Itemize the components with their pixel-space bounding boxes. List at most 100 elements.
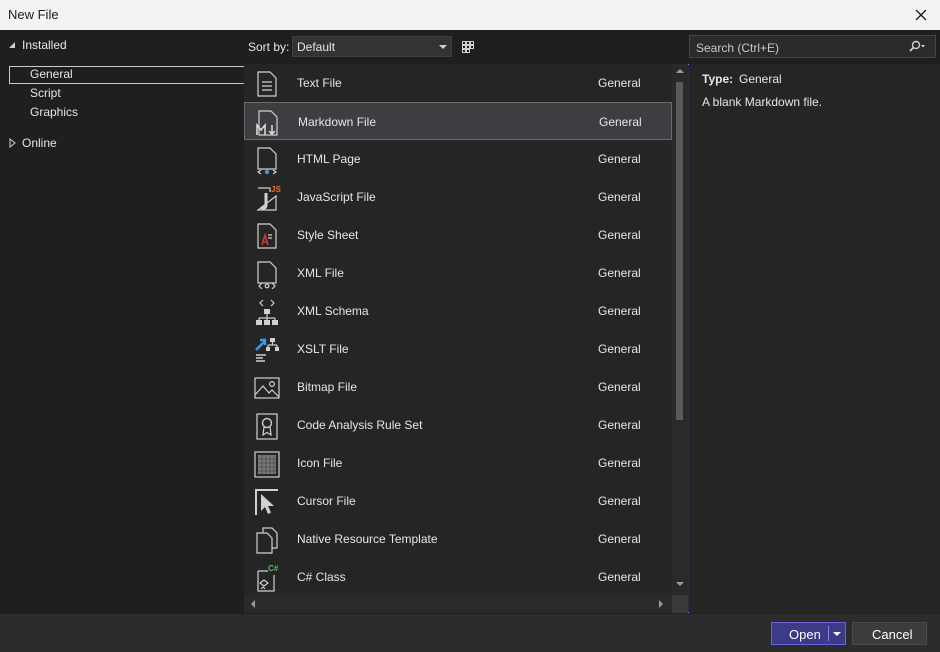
text-file-icon xyxy=(257,71,277,97)
template-name: Markdown File xyxy=(298,115,377,129)
template-name: Code Analysis Rule Set xyxy=(297,418,423,432)
svg-text:C#: C# xyxy=(268,564,279,573)
rule-set-icon xyxy=(256,413,278,440)
list-item[interactable]: Style Sheet General xyxy=(244,216,672,254)
scrollbar-corner xyxy=(672,595,688,613)
search-box[interactable] xyxy=(689,35,936,58)
vertical-scrollbar[interactable] xyxy=(672,64,688,595)
template-name: HTML Page xyxy=(297,152,361,166)
tree-item-script[interactable]: Script xyxy=(30,86,61,104)
cancel-button[interactable]: Cancel xyxy=(852,622,927,645)
template-category: General xyxy=(599,115,642,129)
search-icon[interactable] xyxy=(909,40,925,54)
list-item[interactable]: JS JavaScript File General xyxy=(244,178,672,216)
list-item[interactable]: Native Resource Template General xyxy=(244,520,672,558)
resource-template-icon xyxy=(256,527,278,554)
template-category: General xyxy=(598,532,641,546)
svg-text:JS: JS xyxy=(271,185,281,194)
tree-item-label: Online xyxy=(22,136,57,150)
xslt-file-icon xyxy=(255,338,279,362)
xml-schema-icon xyxy=(256,299,278,325)
open-button-label: Open xyxy=(789,627,821,642)
template-list: Text File General Markdown File General … xyxy=(244,64,688,613)
tree-item-graphics[interactable]: Graphics xyxy=(30,105,78,123)
sort-by-value: Default xyxy=(297,40,336,54)
icon-file-icon xyxy=(254,451,280,478)
html-page-icon xyxy=(256,147,278,175)
template-category: General xyxy=(598,190,641,204)
cancel-button-label: Cancel xyxy=(872,627,913,642)
list-item[interactable]: Cursor File General xyxy=(244,482,672,520)
template-name: Native Resource Template xyxy=(297,532,438,546)
list-item[interactable]: XML Schema General xyxy=(244,292,672,330)
template-name: Style Sheet xyxy=(297,228,359,242)
list-item[interactable]: HTML Page General xyxy=(244,140,672,178)
list-item[interactable]: XML File General xyxy=(244,254,672,292)
markdown-file-icon xyxy=(256,110,278,136)
list-item[interactable]: XSLT File General xyxy=(244,330,672,368)
split-separator xyxy=(828,626,829,641)
open-button[interactable]: Open xyxy=(771,622,846,645)
sort-by-label: Sort by: xyxy=(248,40,290,54)
type-label: Type: xyxy=(702,72,734,86)
template-category: General xyxy=(598,228,641,242)
expanded-caret-icon[interactable] xyxy=(6,39,18,51)
template-name: Text File xyxy=(297,76,342,90)
template-category: General xyxy=(598,342,641,356)
tree-item-label: Installed xyxy=(22,38,67,52)
search-input[interactable] xyxy=(694,38,898,57)
scroll-left-icon[interactable] xyxy=(250,600,256,608)
template-category: General xyxy=(598,570,641,584)
xml-file-icon xyxy=(257,261,277,289)
collapsed-caret-icon[interactable] xyxy=(6,137,18,149)
template-category: General xyxy=(598,494,641,508)
style-sheet-icon xyxy=(257,223,277,249)
dialog-footer: Open Cancel xyxy=(0,614,940,652)
template-category: General xyxy=(598,152,641,166)
javascript-file-icon: JS xyxy=(256,185,281,211)
scroll-right-icon[interactable] xyxy=(658,600,664,608)
template-name: XSLT File xyxy=(297,342,349,356)
list-item[interactable]: Markdown File General xyxy=(244,102,672,140)
grid-view-button[interactable] xyxy=(457,36,479,58)
template-name: XML File xyxy=(297,266,344,280)
list-item[interactable]: C# C# Class General xyxy=(244,558,672,596)
template-name: C# Class xyxy=(297,570,346,584)
chevron-down-icon xyxy=(439,45,447,49)
template-name: JavaScript File xyxy=(297,190,376,204)
list-item[interactable]: Bitmap File General xyxy=(244,368,672,406)
chevron-down-icon[interactable] xyxy=(833,631,841,637)
list-item[interactable]: Text File General xyxy=(244,64,672,102)
window-title: New File xyxy=(8,7,59,22)
template-name: Cursor File xyxy=(297,494,356,508)
scroll-down-icon[interactable] xyxy=(676,581,684,587)
template-category: General xyxy=(598,304,641,318)
sort-by-select[interactable]: Default xyxy=(292,36,452,57)
cursor-file-icon xyxy=(255,489,278,515)
title-bar: New File xyxy=(0,0,940,31)
scroll-up-icon[interactable] xyxy=(676,68,684,74)
category-tree: Installed General Script Graphics Online xyxy=(0,30,259,614)
tree-item-general[interactable]: General xyxy=(9,66,259,84)
template-category: General xyxy=(598,380,641,394)
grid-view-icon xyxy=(462,41,474,53)
template-name: Icon File xyxy=(297,456,343,470)
template-name: XML Schema xyxy=(297,304,369,318)
type-value: General xyxy=(739,72,782,86)
horizontal-scrollbar[interactable] xyxy=(244,595,672,613)
close-icon[interactable] xyxy=(910,4,932,26)
template-category: General xyxy=(598,266,641,280)
template-category: General xyxy=(598,418,641,432)
template-category: General xyxy=(598,76,641,90)
list-item[interactable]: Icon File General xyxy=(244,444,672,482)
tree-item-online[interactable]: Online xyxy=(6,134,57,152)
template-category: General xyxy=(598,456,641,470)
list-item[interactable]: Code Analysis Rule Set General xyxy=(244,406,672,444)
details-panel: Type: General A blank Markdown file. xyxy=(689,64,940,613)
tree-item-installed[interactable]: Installed xyxy=(6,36,67,54)
template-description: A blank Markdown file. xyxy=(702,95,823,109)
scroll-thumb[interactable] xyxy=(676,82,683,420)
bitmap-file-icon xyxy=(254,377,280,399)
dialog-body: Installed General Script Graphics Online… xyxy=(0,30,940,614)
csharp-class-icon: C# xyxy=(257,564,279,592)
